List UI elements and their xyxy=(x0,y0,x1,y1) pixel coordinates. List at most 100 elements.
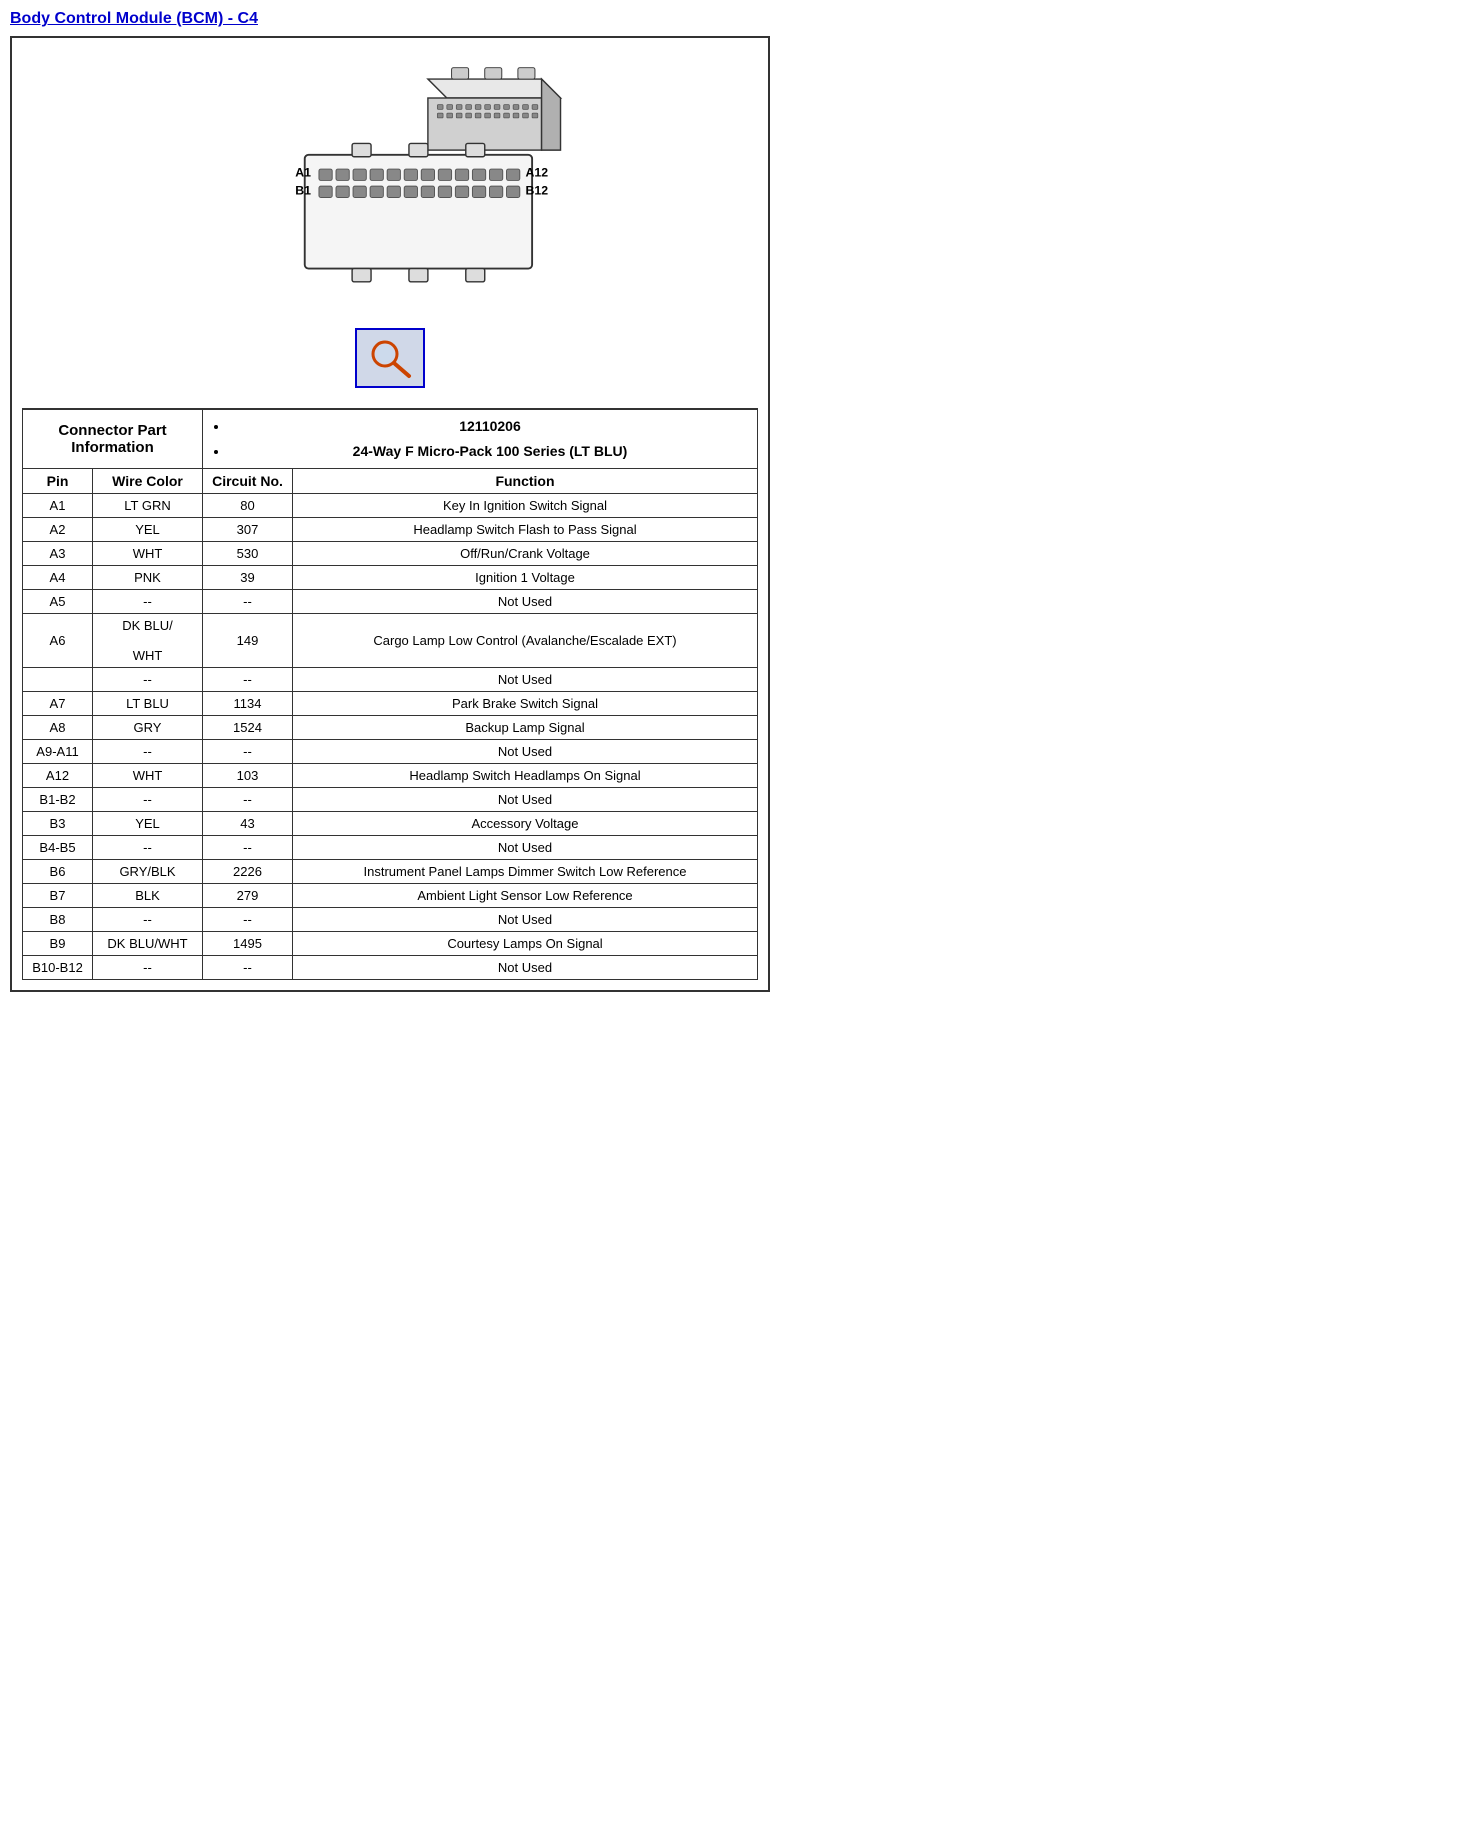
table-row: ----Not Used xyxy=(23,668,758,692)
wire-color-cell: -- xyxy=(93,590,203,614)
pin-cell: A9-A11 xyxy=(23,740,93,764)
table-row: A5----Not Used xyxy=(23,590,758,614)
table-row: B6GRY/BLK2226Instrument Panel Lamps Dimm… xyxy=(23,860,758,884)
table-row: B4-B5----Not Used xyxy=(23,836,758,860)
wire-color-cell: -- xyxy=(93,788,203,812)
circuit-no-cell: 1524 xyxy=(203,716,293,740)
pin-cell: B8 xyxy=(23,908,93,932)
function-cell: Not Used xyxy=(293,788,758,812)
function-cell: Not Used xyxy=(293,836,758,860)
circuit-no-cell: -- xyxy=(203,668,293,692)
wire-color-cell: GRY/BLK xyxy=(93,860,203,884)
diagram-area: A1 A12 B1 B12 xyxy=(22,48,758,409)
circuit-no-cell: 279 xyxy=(203,884,293,908)
circuit-no-cell: 2226 xyxy=(203,860,293,884)
circuit-no-cell: -- xyxy=(203,908,293,932)
function-cell: Headlamp Switch Flash to Pass Signal xyxy=(293,518,758,542)
function-cell: Accessory Voltage xyxy=(293,812,758,836)
connector-diagram: A1 A12 B1 B12 xyxy=(210,58,570,318)
table-row: B9DK BLU/WHT1495Courtesy Lamps On Signal xyxy=(23,932,758,956)
circuit-no-cell: 1495 xyxy=(203,932,293,956)
svg-text:B12: B12 xyxy=(525,184,548,198)
pin-cell: A2 xyxy=(23,518,93,542)
pin-cell: A5 xyxy=(23,590,93,614)
wire-color-cell: -- xyxy=(93,668,203,692)
wire-color-cell: -- xyxy=(93,740,203,764)
function-cell: Cargo Lamp Low Control (Avalanche/Escala… xyxy=(293,614,758,668)
table-row: A12WHT103Headlamp Switch Headlamps On Si… xyxy=(23,764,758,788)
table-row: A4PNK39Ignition 1 Voltage xyxy=(23,566,758,590)
wire-color-cell: LT GRN xyxy=(93,494,203,518)
function-cell: Off/Run/Crank Voltage xyxy=(293,542,758,566)
svg-text:A1: A1 xyxy=(295,166,311,180)
header-wire-color: Wire Color xyxy=(93,469,203,494)
table-row: A3WHT530Off/Run/Crank Voltage xyxy=(23,542,758,566)
function-cell: Ambient Light Sensor Low Reference xyxy=(293,884,758,908)
header-function: Function xyxy=(293,469,758,494)
pin-cell: B10-B12 xyxy=(23,956,93,980)
function-cell: Not Used xyxy=(293,590,758,614)
table-row: B1-B2----Not Used xyxy=(23,788,758,812)
function-cell: Not Used xyxy=(293,668,758,692)
wire-color-cell: WHT xyxy=(93,764,203,788)
function-cell: Backup Lamp Signal xyxy=(293,716,758,740)
circuit-no-cell: 307 xyxy=(203,518,293,542)
header-pin: Pin xyxy=(23,469,93,494)
pin-cell: A6 xyxy=(23,614,93,668)
function-cell: Not Used xyxy=(293,956,758,980)
page-title: Body Control Module (BCM) - C4 xyxy=(10,10,770,28)
wire-color-cell: WHT xyxy=(93,542,203,566)
circuit-no-cell: 80 xyxy=(203,494,293,518)
function-cell: Ignition 1 Voltage xyxy=(293,566,758,590)
pin-cell: A4 xyxy=(23,566,93,590)
wire-color-cell: LT BLU xyxy=(93,692,203,716)
part-info-cell: 12110206 24-Way F Micro-Pack 100 Series … xyxy=(203,410,758,469)
wire-color-cell: DK BLU/ WHT xyxy=(93,614,203,668)
part-info-1: 24-Way F Micro-Pack 100 Series (LT BLU) xyxy=(229,439,751,464)
wire-color-cell: PNK xyxy=(93,566,203,590)
function-cell: Courtesy Lamps On Signal xyxy=(293,932,758,956)
pin-cell: B1-B2 xyxy=(23,788,93,812)
table-row: B3YEL43Accessory Voltage xyxy=(23,812,758,836)
connector-info-label: Connector Part Information xyxy=(23,410,203,469)
wire-color-cell: DK BLU/WHT xyxy=(93,932,203,956)
function-cell: Not Used xyxy=(293,740,758,764)
function-cell: Headlamp Switch Headlamps On Signal xyxy=(293,764,758,788)
table-row: A7LT BLU1134Park Brake Switch Signal xyxy=(23,692,758,716)
wire-color-cell: -- xyxy=(93,908,203,932)
table-row: A6DK BLU/ WHT149Cargo Lamp Low Control (… xyxy=(23,614,758,668)
part-info-0: 12110206 xyxy=(229,414,751,439)
function-cell: Instrument Panel Lamps Dimmer Switch Low… xyxy=(293,860,758,884)
wire-color-cell: GRY xyxy=(93,716,203,740)
pin-cell: A8 xyxy=(23,716,93,740)
pin-cell: B3 xyxy=(23,812,93,836)
table-row: A8GRY1524Backup Lamp Signal xyxy=(23,716,758,740)
magnify-icon[interactable] xyxy=(355,328,425,388)
circuit-no-cell: 530 xyxy=(203,542,293,566)
pin-cell: A1 xyxy=(23,494,93,518)
pin-cell: B9 xyxy=(23,932,93,956)
table-row: B8----Not Used xyxy=(23,908,758,932)
pin-cell: A7 xyxy=(23,692,93,716)
circuit-no-cell: 1134 xyxy=(203,692,293,716)
table-row: A9-A11----Not Used xyxy=(23,740,758,764)
wire-color-cell: -- xyxy=(93,836,203,860)
table-row: A2YEL307Headlamp Switch Flash to Pass Si… xyxy=(23,518,758,542)
wire-color-cell: YEL xyxy=(93,518,203,542)
function-cell: Park Brake Switch Signal xyxy=(293,692,758,716)
function-cell: Key In Ignition Switch Signal xyxy=(293,494,758,518)
circuit-no-cell: 39 xyxy=(203,566,293,590)
circuit-no-cell: -- xyxy=(203,740,293,764)
circuit-no-cell: 149 xyxy=(203,614,293,668)
table-row: B7BLK279Ambient Light Sensor Low Referen… xyxy=(23,884,758,908)
svg-text:B1: B1 xyxy=(295,184,311,198)
function-cell: Not Used xyxy=(293,908,758,932)
pin-cell: B4-B5 xyxy=(23,836,93,860)
circuit-no-cell: -- xyxy=(203,836,293,860)
pin-cell: B7 xyxy=(23,884,93,908)
circuit-no-cell: -- xyxy=(203,788,293,812)
pin-cell: A12 xyxy=(23,764,93,788)
pin-cell xyxy=(23,668,93,692)
circuit-no-cell: 43 xyxy=(203,812,293,836)
table-row: B10-B12----Not Used xyxy=(23,956,758,980)
